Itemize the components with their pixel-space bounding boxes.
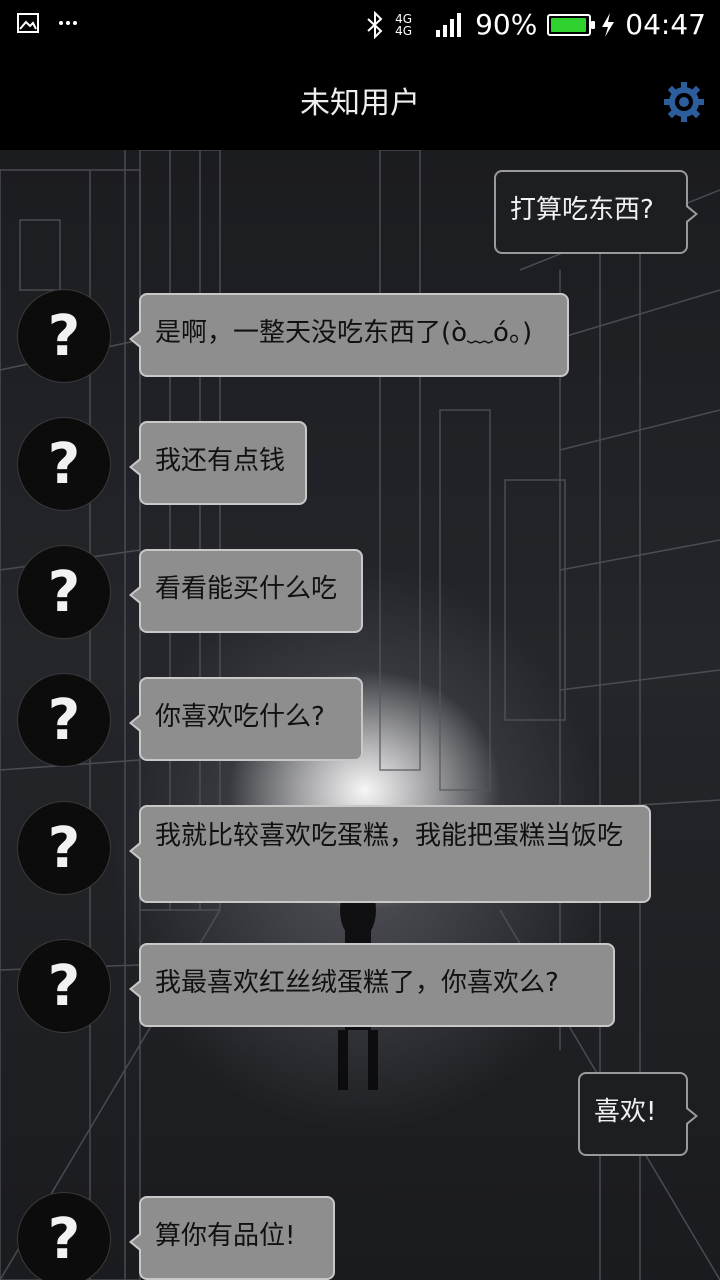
- title-bar: 未知用户: [0, 50, 720, 150]
- status-left: [16, 12, 78, 34]
- avatar[interactable]: ?: [17, 545, 111, 639]
- status-right: 4G 4G 90% 04:47: [365, 8, 706, 41]
- chat-area[interactable]: 打算吃东西?? 是啊，一整天没吃东西了(ò﹏ó。)? 我还有点钱? 看看能买什么吃? 你…: [0, 150, 720, 1280]
- status-bar: 4G 4G 90% 04:47: [0, 0, 720, 50]
- signal-icon: [436, 12, 462, 37]
- battery-percent: 90%: [475, 8, 538, 41]
- incoming-message-bubble[interactable]: 我还有点钱: [129, 421, 307, 505]
- gear-icon[interactable]: [662, 80, 706, 124]
- image-icon: [17, 13, 39, 33]
- avatar[interactable]: ?: [17, 939, 111, 1033]
- outgoing-message-bubble[interactable]: 喜欢!: [578, 1072, 698, 1156]
- clock: 04:47: [625, 8, 706, 41]
- avatar[interactable]: ?: [17, 417, 111, 511]
- incoming-message-bubble[interactable]: 算你有品位!: [129, 1196, 335, 1280]
- incoming-message-bubble[interactable]: 看看能买什么吃: [129, 549, 363, 633]
- incoming-message-bubble[interactable]: 是啊，一整天没吃东西了(ò﹏ó。): [129, 293, 569, 377]
- avatar[interactable]: ?: [17, 289, 111, 383]
- more-icon: [59, 21, 77, 25]
- network-label: 4G 4G: [395, 11, 412, 38]
- page-title: 未知用户: [300, 86, 420, 121]
- incoming-message-bubble[interactable]: 你喜欢吃什么?: [129, 677, 363, 761]
- incoming-message-bubble[interactable]: 我最喜欢红丝绒蛋糕了，你喜欢么?: [129, 943, 615, 1027]
- avatar[interactable]: ?: [17, 1192, 111, 1280]
- charging-icon: [602, 12, 615, 37]
- bluetooth-icon: [367, 10, 383, 39]
- battery-icon: [547, 13, 596, 36]
- avatar[interactable]: ?: [17, 801, 111, 895]
- outgoing-message-bubble[interactable]: 打算吃东西?: [494, 170, 698, 254]
- avatar[interactable]: ?: [17, 673, 111, 767]
- incoming-message-bubble[interactable]: 我就比较喜欢吃蛋糕，我能把蛋糕当饭吃: [129, 805, 651, 903]
